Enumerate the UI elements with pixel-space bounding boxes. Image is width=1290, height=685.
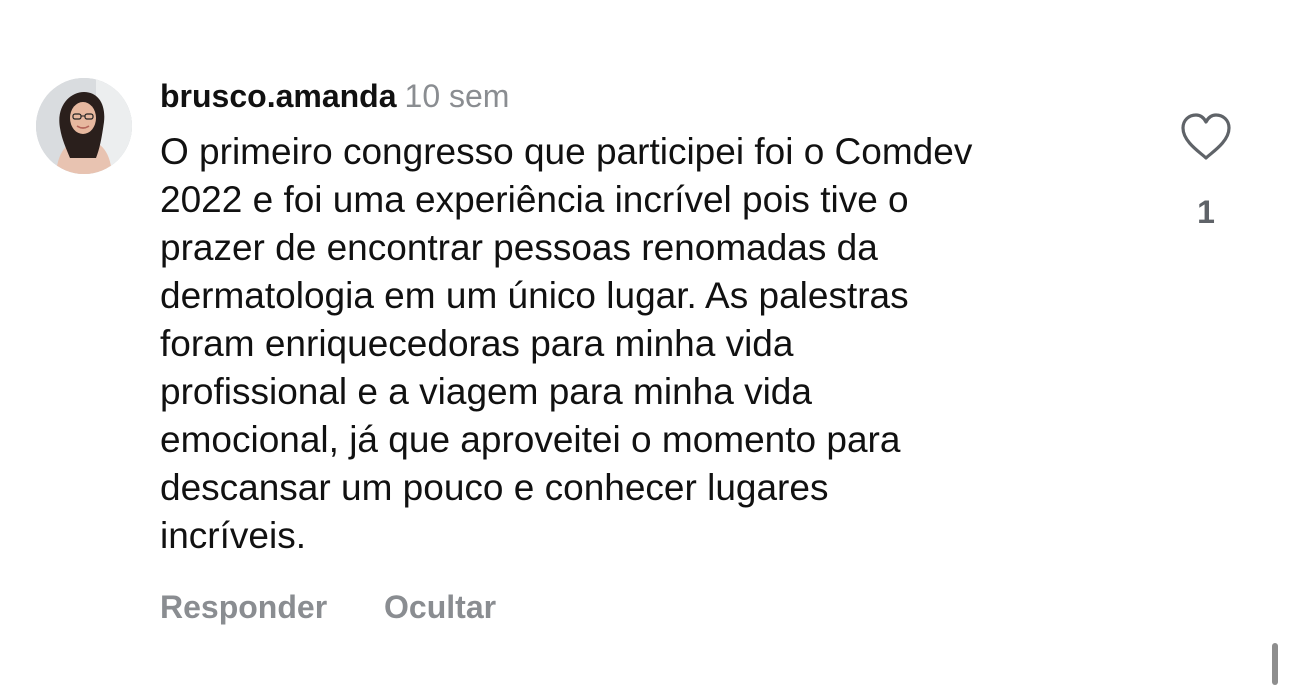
comment-actions: Responder Ocultar bbox=[160, 585, 496, 629]
comment-body: brusco.amanda 10 sem O primeiro congresso… bbox=[160, 74, 1150, 560]
reply-button[interactable]: Responder bbox=[160, 585, 327, 629]
comment-text-line: prazer de encontrar pessoas renomadas da bbox=[160, 227, 878, 268]
avatar-image bbox=[36, 78, 132, 174]
comment-text-line: 2022 e foi uma experiência incrível pois… bbox=[160, 179, 909, 220]
hide-button[interactable]: Ocultar bbox=[384, 585, 496, 629]
comment-text-line: profissional e a viagem para minha vida bbox=[160, 371, 812, 412]
like-section: 1 bbox=[1178, 112, 1234, 232]
comment-text-line: dermatologia em um único lugar. As pales… bbox=[160, 275, 909, 316]
like-count: 1 bbox=[1197, 194, 1215, 230]
comment-header: brusco.amanda 10 sem bbox=[160, 74, 1150, 118]
heart-outline-icon[interactable] bbox=[1179, 112, 1233, 162]
comment: brusco.amanda 10 sem O primeiro congresso… bbox=[0, 0, 1290, 685]
scrollbar[interactable] bbox=[1272, 643, 1278, 685]
comment-text-line: descansar um pouco e conhecer lugares bbox=[160, 467, 829, 508]
avatar[interactable] bbox=[36, 78, 132, 174]
comment-text-line: emocional, já que aproveitei o momento p… bbox=[160, 419, 901, 460]
timestamp: 10 sem bbox=[404, 78, 510, 114]
comment-text-line: incríveis. bbox=[160, 515, 306, 556]
username[interactable]: brusco.amanda bbox=[160, 78, 397, 114]
comment-text: O primeiro congresso que participei foi … bbox=[160, 128, 1150, 560]
comment-text-line: O primeiro congresso que participei foi … bbox=[160, 131, 973, 172]
comment-text-line: foram enriquecedoras para minha vida bbox=[160, 323, 794, 364]
